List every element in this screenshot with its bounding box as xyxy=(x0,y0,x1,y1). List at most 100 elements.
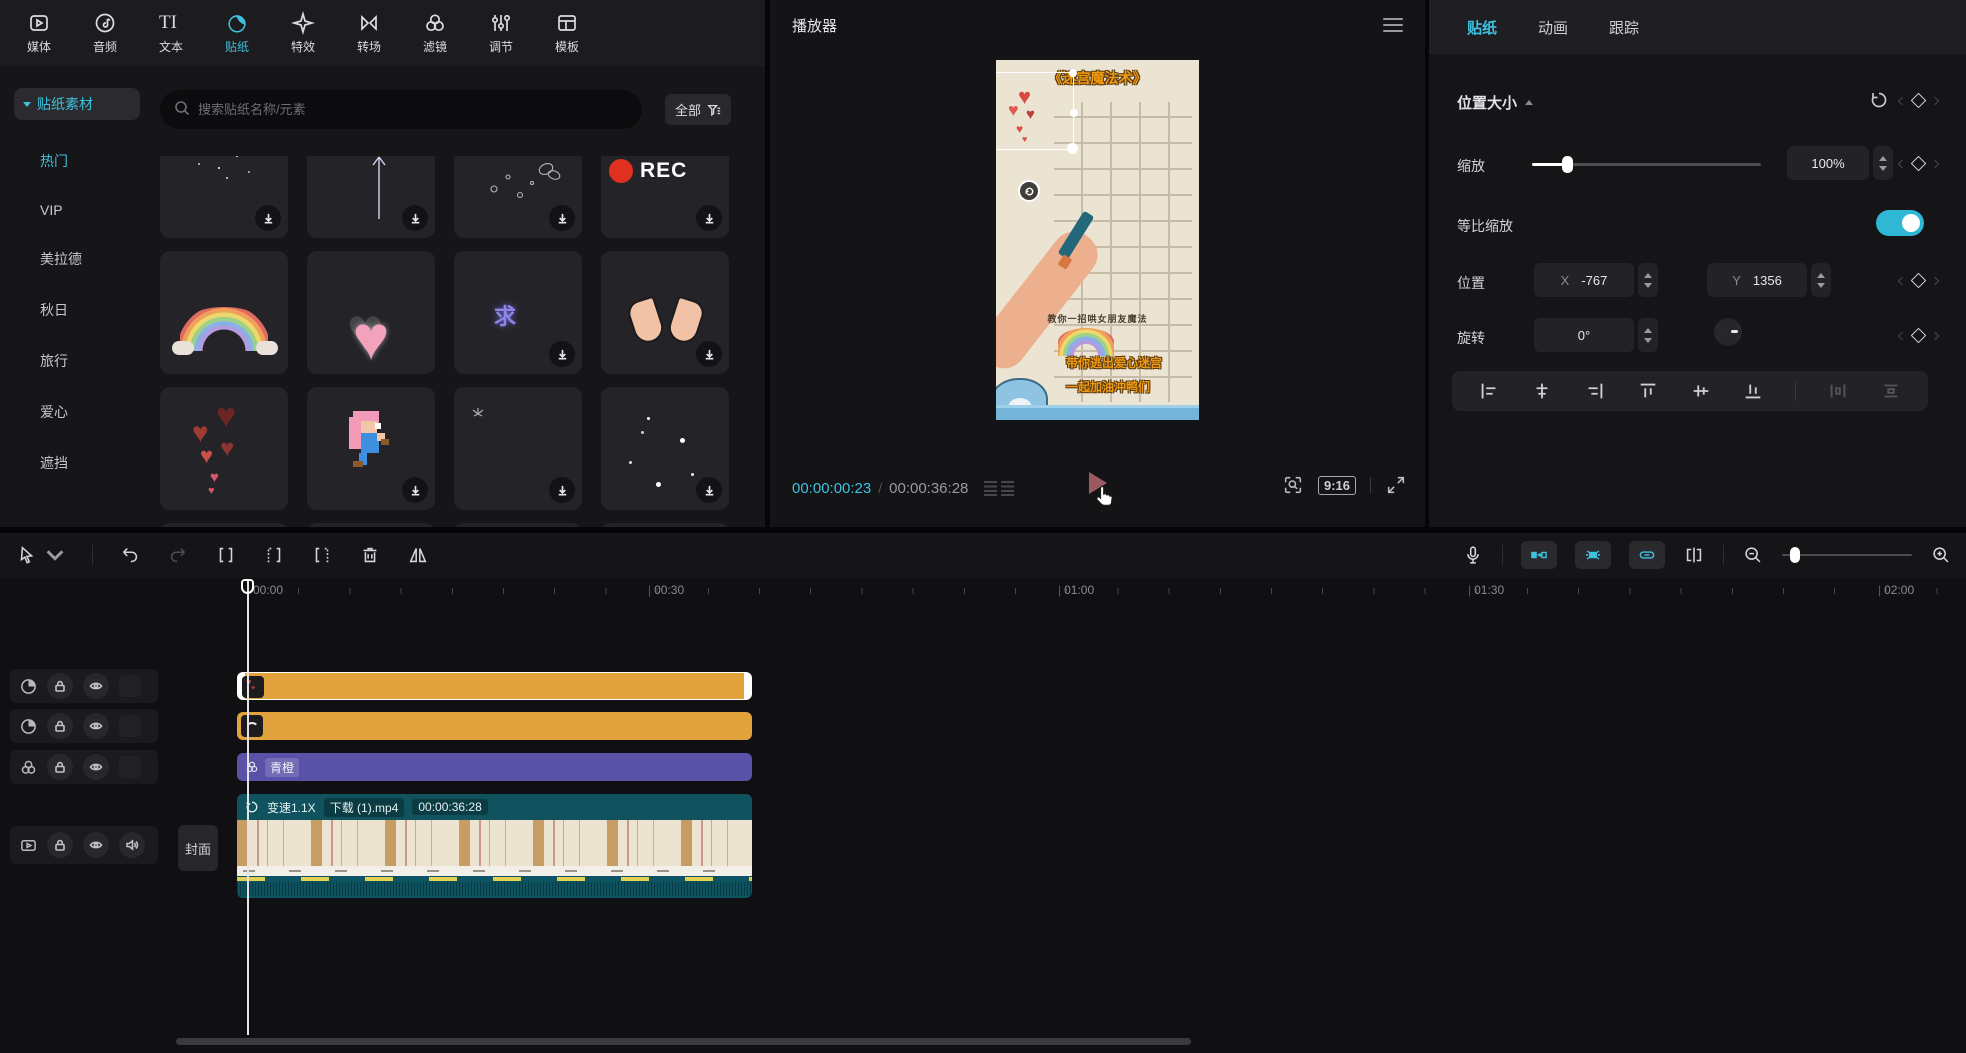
select-cursor-icon[interactable] xyxy=(16,544,38,566)
tab-media[interactable]: 媒体 xyxy=(6,0,72,66)
keyframe-icon[interactable] xyxy=(1911,93,1927,109)
lock-icon[interactable] xyxy=(47,832,73,858)
delete-icon[interactable] xyxy=(359,544,381,566)
lock-icon[interactable] xyxy=(47,713,73,739)
tab-transitions[interactable]: 转场 xyxy=(336,0,402,66)
prev-keyframe-icon[interactable] xyxy=(1898,331,1906,339)
scale-slider-thumb[interactable] xyxy=(1562,156,1573,173)
tab-text[interactable]: TI 文本 xyxy=(138,0,204,66)
tab-tracking[interactable]: 跟踪 xyxy=(1609,17,1639,38)
sticker-item-hidden-1[interactable] xyxy=(160,523,288,527)
align-bottom-icon[interactable] xyxy=(1742,380,1764,402)
sticker-selection-box[interactable] xyxy=(996,72,1074,150)
speaker-icon[interactable] xyxy=(119,832,145,858)
lock-icon[interactable] xyxy=(47,754,73,780)
preview-axis-icon[interactable] xyxy=(1683,544,1705,566)
position-x-stepper[interactable] xyxy=(1638,263,1658,297)
tab-templates[interactable]: 模板 xyxy=(534,0,600,66)
redo-icon[interactable] xyxy=(167,544,189,566)
category-autumn[interactable]: 秋日 xyxy=(40,300,157,320)
category-cover[interactable]: 遮挡 xyxy=(40,453,157,473)
prev-keyframe-icon[interactable] xyxy=(1898,276,1906,284)
category-hot[interactable]: 热门 xyxy=(40,151,157,171)
sticker-clip-rainbow[interactable] xyxy=(237,712,752,740)
tab-sticker-props[interactable]: 贴纸 xyxy=(1467,17,1497,38)
download-icon[interactable] xyxy=(696,341,722,367)
uniform-scale-toggle[interactable] xyxy=(1876,210,1924,236)
split-keep-left-icon[interactable] xyxy=(263,544,285,566)
tab-sticker[interactable]: 贴纸 xyxy=(204,0,270,66)
scale-stepper[interactable] xyxy=(1873,146,1893,180)
link-preview-toggle[interactable] xyxy=(1629,541,1665,569)
render-quality-icon[interactable] xyxy=(984,481,1014,496)
split-keep-right-icon[interactable] xyxy=(311,544,333,566)
sticker-item-hidden-3[interactable] xyxy=(454,523,582,527)
align-right-icon[interactable] xyxy=(1584,380,1606,402)
aspect-ratio-button[interactable]: 9:16 xyxy=(1318,476,1356,495)
sticker-item-glass-heart[interactable]: ♥ xyxy=(307,251,435,374)
rotation-input[interactable]: 0° xyxy=(1534,318,1634,352)
tab-filters[interactable]: 滤镜 xyxy=(402,0,468,66)
align-middle-vertical-icon[interactable] xyxy=(1690,380,1712,402)
eye-icon[interactable] xyxy=(83,673,109,699)
split-icon[interactable] xyxy=(215,544,237,566)
position-y-stepper[interactable] xyxy=(1811,263,1831,297)
sticker-item-star-dots[interactable] xyxy=(601,387,729,510)
position-y-input[interactable]: Y 1356 xyxy=(1707,263,1807,297)
download-icon[interactable] xyxy=(402,205,428,231)
scale-value-input[interactable]: 100% xyxy=(1787,146,1869,180)
prev-keyframe-icon[interactable] xyxy=(1898,159,1906,167)
reset-section-button[interactable] xyxy=(1869,90,1889,115)
sticker-item-qiu-text[interactable]: 求 xyxy=(454,251,582,374)
download-icon[interactable] xyxy=(549,477,575,503)
category-group-header[interactable]: 贴纸素材 xyxy=(14,88,140,120)
category-love[interactable]: 爱心 xyxy=(40,402,157,422)
sticker-item-hearts-cluster[interactable]: ♥ ♥ ♥ ♥ ♥ ♥ xyxy=(160,387,288,510)
tab-audio[interactable]: 音频 xyxy=(72,0,138,66)
selection-handle[interactable] xyxy=(1067,143,1078,154)
align-top-icon[interactable] xyxy=(1637,380,1659,402)
sticker-item-rec-frame[interactable]: REC xyxy=(601,156,729,238)
cursor-dropdown-icon[interactable] xyxy=(44,544,66,566)
sticker-clip-hearts[interactable]: ♥ ♥ xyxy=(237,672,752,700)
category-travel[interactable]: 旅行 xyxy=(40,351,157,371)
download-icon[interactable] xyxy=(549,341,575,367)
distribute-horizontal-icon[interactable] xyxy=(1827,380,1849,402)
align-left-icon[interactable] xyxy=(1478,380,1500,402)
sticker-search-input[interactable] xyxy=(160,90,642,129)
download-icon[interactable] xyxy=(696,205,722,231)
position-x-input[interactable]: X -767 xyxy=(1534,263,1634,297)
download-icon[interactable] xyxy=(549,205,575,231)
eye-icon[interactable] xyxy=(83,754,109,780)
category-maillard[interactable]: 美拉德 xyxy=(40,249,157,269)
playhead-line[interactable] xyxy=(247,581,249,1035)
download-icon[interactable] xyxy=(255,205,281,231)
next-keyframe-icon[interactable] xyxy=(1931,96,1939,104)
zoom-out-icon[interactable] xyxy=(1742,544,1764,566)
auto-snap-toggle[interactable] xyxy=(1575,541,1611,569)
filter-clip[interactable]: 青橙 xyxy=(237,753,752,781)
filter-all-button[interactable]: 全部 xyxy=(665,94,731,125)
video-clip[interactable]: 变速1.1X 下载 (1).mp4 00:00:36:28 xyxy=(237,794,752,898)
keyframe-icon[interactable] xyxy=(1911,273,1927,289)
timeline-zoom-thumb[interactable] xyxy=(1790,547,1800,563)
next-keyframe-icon[interactable] xyxy=(1931,331,1939,339)
video-preview-canvas[interactable]: 《迷宫魔法术》 ♥ ♥ ♥ ♥ ♥ 教你一招哄女朋友魔法 带你逃出爱心迷宫 一起… xyxy=(996,60,1199,420)
timeline-zoom-slider[interactable] xyxy=(1782,554,1912,556)
player-menu-icon[interactable] xyxy=(1383,14,1403,36)
rotation-dial[interactable] xyxy=(1714,318,1742,346)
distribute-vertical-icon[interactable] xyxy=(1880,380,1902,402)
tab-animation[interactable]: 动画 xyxy=(1538,17,1568,38)
tab-adjust[interactable]: 调节 xyxy=(468,0,534,66)
eye-icon[interactable] xyxy=(83,713,109,739)
download-icon[interactable] xyxy=(402,477,428,503)
keyframe-icon[interactable] xyxy=(1911,156,1927,172)
sticker-item-pixel-girl[interactable] xyxy=(307,387,435,510)
undo-icon[interactable] xyxy=(119,544,141,566)
playhead-handle[interactable] xyxy=(241,579,254,594)
sticker-item-sparkle-dust[interactable] xyxy=(160,156,288,238)
sticker-item-meteor-arrow[interactable] xyxy=(307,156,435,238)
auto-attach-toggle[interactable] xyxy=(1521,541,1557,569)
sticker-item-sparkle[interactable] xyxy=(454,387,582,510)
sticker-item-heart-hands[interactable] xyxy=(601,251,729,374)
